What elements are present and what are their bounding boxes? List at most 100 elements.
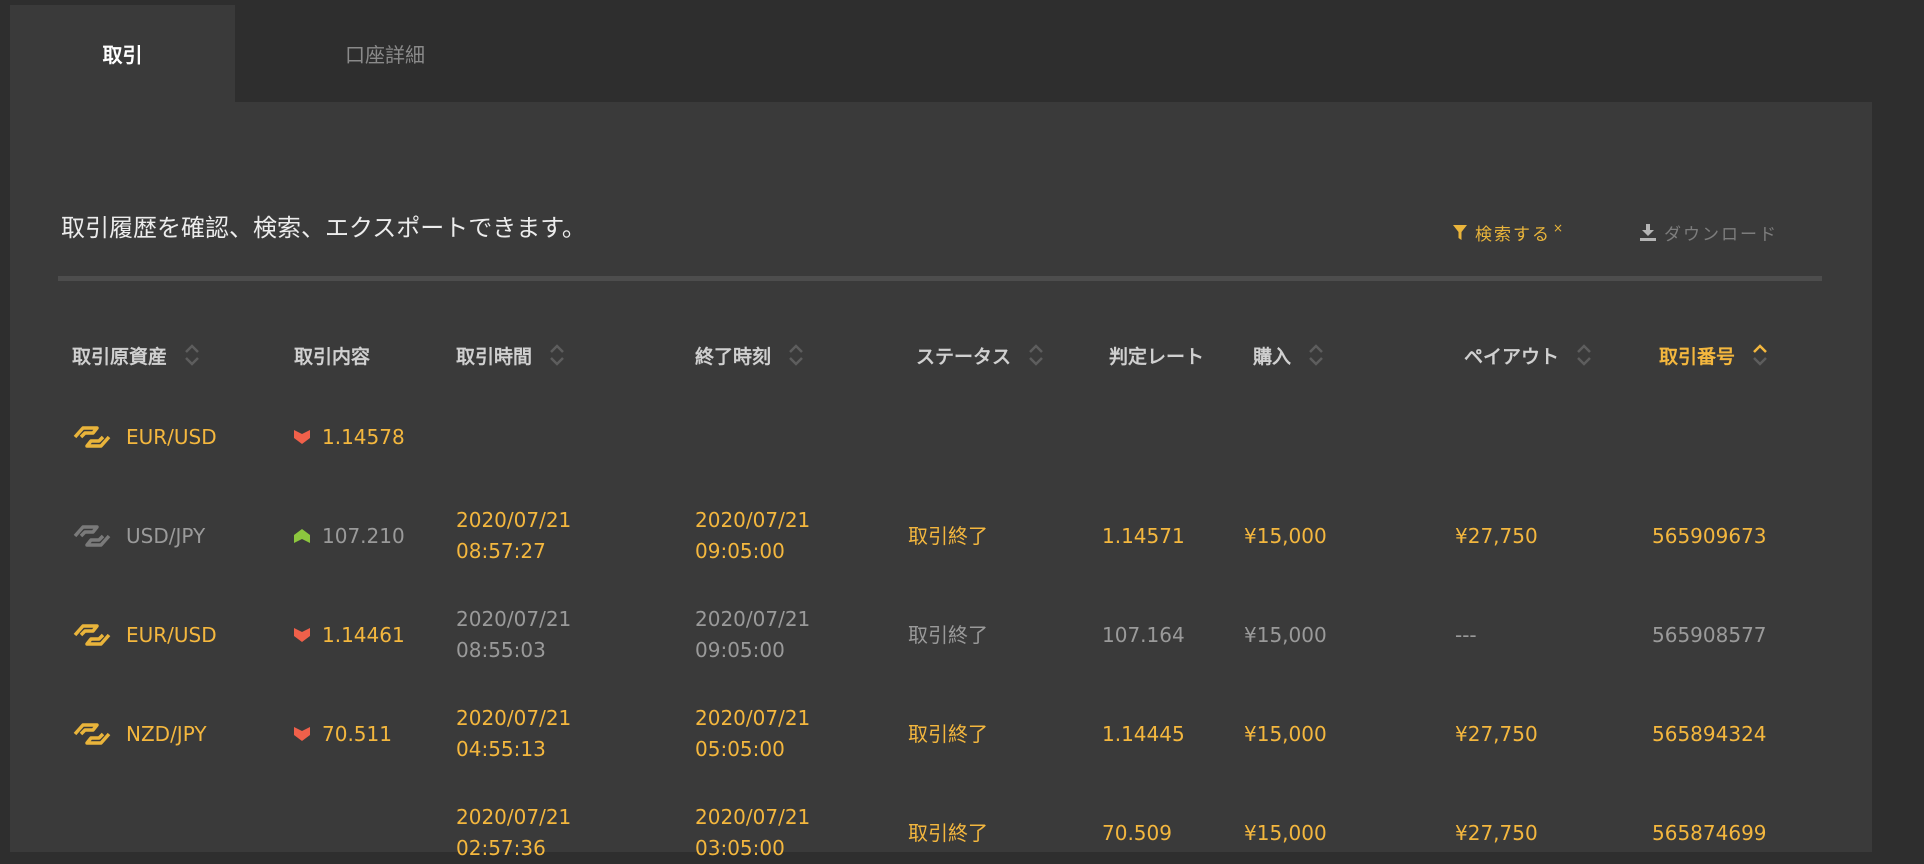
asset-link-icon [73,425,111,448]
column-header-label: ペイアウト [1464,345,1560,368]
sort-arrows-icon[interactable] [548,341,566,369]
purchase-amount: ¥15,000 [1244,524,1327,548]
asset-symbol: USD/JPY [126,523,206,548]
trade-content: 1.14578 [294,421,405,452]
column-header-label: 購入 [1253,345,1292,368]
column-header-trade-time[interactable]: 取引時間 [456,340,566,370]
trade-date: 2020/07/21 [456,508,572,532]
payout-amount: ¥27,750 [1455,524,1538,548]
sort-arrows-icon[interactable] [183,341,201,369]
arrow-down-icon [294,627,310,642]
end-clock: 03:05:00 [695,836,785,860]
column-header-label: 取引内容 [294,345,371,368]
arrow-up-icon [294,528,310,543]
search-button[interactable]: 検索する × [1453,220,1563,245]
intro-text: 取引履歴を確認、検索、エクスポートできます。 [61,214,586,242]
trade-time: 2020/07/21 02:57:36 [456,802,571,864]
divider [58,276,1822,281]
status: 取引終了 [908,821,988,845]
column-header-label: 取引番号 [1659,345,1736,368]
table-row-asset[interactable]: NZD/JPY [72,718,207,749]
end-time: 2020/07/21 05:05:00 [695,703,810,765]
column-header-rate: 判定レート [1109,340,1204,370]
column-header-asset[interactable]: 取引原資産 [72,340,201,370]
filter-icon [1453,224,1467,240]
payout-amount: ¥27,750 [1455,722,1538,746]
sort-arrows-icon[interactable] [787,341,805,369]
tab-trades[interactable]: 取引 [10,5,235,102]
column-header-purchase[interactable]: 購入 [1253,340,1325,370]
trade-date: 2020/07/21 [456,706,572,730]
end-clock: 09:05:00 [695,638,785,662]
trade-number[interactable]: 565909673 [1652,521,1767,552]
column-header-label: 判定レート [1109,345,1205,368]
arrow-down-icon [294,726,310,741]
arrow-down-icon [294,429,310,444]
sort-arrows-icon[interactable] [1575,341,1593,369]
end-time: 2020/07/21 09:05:00 [695,604,810,666]
clear-filter-icon[interactable]: × [1553,221,1563,235]
trade-time: 2020/07/21 08:57:27 [456,505,571,567]
trade-date: 2020/07/21 [456,607,572,631]
purchase-amount: ¥15,000 [1244,821,1327,845]
purchase-amount: ¥15,000 [1244,623,1327,647]
history-panel: 取引履歴を確認、検索、エクスポートできます。 検索する × ダウンロード 取引原… [10,102,1872,860]
column-header-label: 終了時刻 [695,345,772,368]
sort-arrows-icon[interactable] [1751,341,1769,369]
end-date: 2020/07/21 [695,508,811,532]
download-label: ダウンロード [1664,225,1778,245]
trade-content: 1.14461 [294,619,405,650]
asset-symbol: EUR/USD [126,424,217,449]
sort-arrows-icon[interactable] [1027,341,1045,369]
asset-link-icon [73,722,111,745]
column-header-payout[interactable]: ペイアウト [1464,340,1593,370]
status: 取引終了 [908,524,988,548]
column-header-end-time[interactable]: 終了時刻 [695,340,805,370]
judgement-rate: 1.14445 [1102,722,1185,746]
purchase-amount: ¥15,000 [1244,722,1327,746]
trade-clock: 04:55:13 [456,737,546,761]
end-date: 2020/07/21 [695,607,811,631]
trade-content: 70.511 [294,718,392,749]
trade-number[interactable]: 565908577 [1652,620,1767,651]
table-row-asset[interactable]: EUR/USD [72,619,217,650]
judgement-rate: 107.164 [1102,623,1185,647]
entry-rate: 70.511 [322,721,392,746]
end-time: 2020/07/21 09:05:00 [695,505,810,567]
search-label: 検索する [1475,225,1551,245]
trade-clock: 08:55:03 [456,638,546,662]
payout-amount: ¥27,750 [1455,821,1538,845]
trade-clock: 08:57:27 [456,539,546,563]
column-header-label: 取引原資産 [72,345,168,368]
asset-link-icon [73,524,111,547]
trade-content: 107.210 [294,520,405,551]
asset-symbol: NZD/JPY [126,721,207,746]
trade-clock: 02:57:36 [456,836,546,860]
table-row-asset[interactable]: USD/JPY [72,520,205,551]
end-clock: 09:05:00 [695,539,785,563]
tab-account-details[interactable]: 口座詳細 [235,5,535,102]
download-button[interactable]: ダウンロード [1640,220,1778,245]
entry-rate: 1.14578 [322,424,405,449]
column-header-label: ステータス [916,345,1012,368]
payout-amount: --- [1455,623,1477,647]
trade-number[interactable]: 565874699 [1652,818,1767,849]
end-clock: 05:05:00 [695,737,785,761]
trade-number[interactable]: 565894324 [1652,719,1767,750]
trade-time: 2020/07/21 04:55:13 [456,703,571,765]
asset-link-icon [73,623,111,646]
sort-arrows-icon[interactable] [1307,341,1325,369]
column-header-trade-content: 取引内容 [294,340,370,370]
entry-rate: 1.14461 [322,622,405,647]
status: 取引終了 [908,722,988,746]
column-header-trade-number[interactable]: 取引番号 [1659,340,1769,370]
asset-symbol: EUR/USD [126,622,217,647]
end-date: 2020/07/21 [695,706,811,730]
download-icon [1640,224,1656,241]
table-row-asset[interactable]: EUR/USD [72,421,217,452]
judgement-rate: 70.509 [1102,821,1172,845]
entry-rate: 107.210 [322,523,405,548]
tab-bar: 取引 口座詳細 [10,5,1872,102]
judgement-rate: 1.14571 [1102,524,1185,548]
column-header-status[interactable]: ステータス [916,340,1045,370]
